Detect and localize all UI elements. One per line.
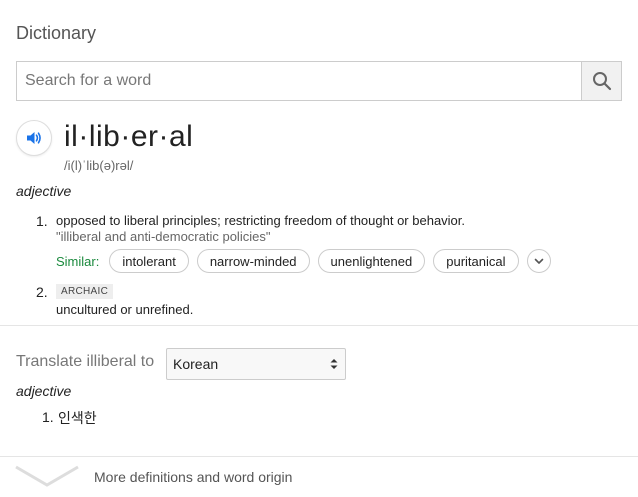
- search-input[interactable]: [17, 62, 581, 100]
- more-definitions-link[interactable]: More definitions and word origin: [94, 469, 292, 485]
- dictionary-title: Dictionary: [16, 23, 97, 43]
- section-divider: [0, 456, 638, 457]
- speaker-icon: [27, 132, 41, 144]
- selected-language: Korean: [173, 356, 219, 372]
- expand-chevron-icon[interactable]: [14, 463, 80, 489]
- similar-chip[interactable]: intolerant: [109, 249, 189, 273]
- definition-example: "illiberal and anti-democratic policies": [56, 229, 271, 244]
- definition-number: 2.: [36, 284, 48, 300]
- search-button[interactable]: [581, 62, 621, 100]
- part-of-speech: adjective: [16, 183, 72, 199]
- translation-number: 1.: [42, 409, 54, 425]
- select-arrows-icon: [330, 359, 338, 369]
- translation-text: 인색한: [58, 411, 97, 427]
- chevron-down-icon: [534, 258, 543, 264]
- similar-label: Similar:: [56, 253, 100, 269]
- language-select[interactable]: Korean: [166, 348, 346, 380]
- search-icon: [592, 72, 611, 91]
- pronunciation-button[interactable]: [16, 120, 52, 156]
- headword: il·lib·er·al: [64, 120, 194, 153]
- register-tag: ARCHAIC: [56, 284, 114, 299]
- phonetic-spelling: /i(l)ˈlib(ə)rəl/: [64, 158, 134, 173]
- definition-number: 1.: [36, 213, 48, 229]
- similar-chip[interactable]: unenlightened: [317, 249, 426, 273]
- similar-chip[interactable]: puritanical: [433, 249, 519, 273]
- similar-chip[interactable]: narrow-minded: [196, 249, 310, 273]
- definition-text: uncultured or unrefined.: [56, 302, 194, 317]
- similar-words-row: Similar: intolerant narrow-minded unenli…: [56, 249, 551, 273]
- expand-similar-button[interactable]: [526, 249, 551, 273]
- translation-part-of-speech: adjective: [16, 383, 72, 399]
- definition-text: opposed to liberal principles; restricti…: [56, 213, 466, 228]
- section-divider: [0, 325, 638, 326]
- translate-label: Translate illiberal to: [16, 353, 155, 370]
- search-box: [16, 61, 622, 101]
- dictionary-card: Dictionary il·lib·er·al /i(l)ˈlib(ə)rəl/…: [0, 0, 638, 497]
